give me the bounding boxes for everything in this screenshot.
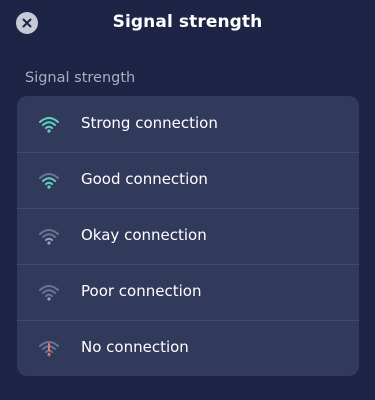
option-okay-connection[interactable]: Okay connection [17,208,359,264]
wifi-good-icon [38,171,60,189]
option-label: Good connection [81,170,208,188]
option-good-connection[interactable]: Good connection [17,152,359,208]
wifi-okay-icon [38,227,60,245]
option-no-connection[interactable]: No connection [17,320,359,376]
option-label: Poor connection [81,282,202,300]
page-title: Signal strength [112,12,263,32]
wifi-poor-icon [38,283,60,301]
option-strong-connection[interactable]: Strong connection [17,96,359,152]
section-label: Signal strength [25,70,136,86]
wifi-none-icon [38,339,60,357]
wifi-strong-icon [38,115,60,133]
option-label: Okay connection [81,226,207,244]
signal-strength-sheet: Signal strength Signal strength Strong c… [0,0,375,400]
option-label: No connection [81,338,189,356]
header: Signal strength [0,0,375,46]
option-label: Strong connection [81,114,218,132]
option-poor-connection[interactable]: Poor connection [17,264,359,320]
options-list: Strong connection Good connection Okay c… [17,96,359,376]
